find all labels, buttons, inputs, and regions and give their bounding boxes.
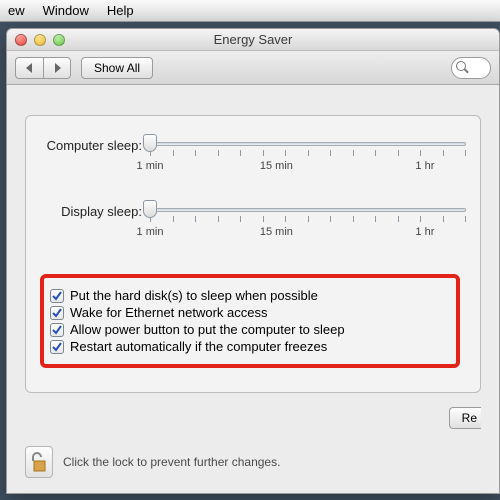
chk-label: Wake for Ethernet network access (70, 305, 268, 320)
titlebar: Energy Saver (7, 29, 499, 51)
search-icon (456, 61, 469, 74)
chk-restart-freeze[interactable]: Restart automatically if the computer fr… (50, 339, 446, 354)
computer-sleep-label: Computer sleep: (40, 138, 150, 153)
lock-text: Click the lock to prevent further change… (63, 455, 280, 469)
display-sleep-label: Display sleep: (40, 204, 150, 219)
tick-label-mid: 15 min (260, 160, 293, 172)
nav-buttons (15, 57, 71, 79)
checkbox-icon (50, 340, 64, 354)
display-sleep-slider[interactable]: 1 min 15 min 1 hr (150, 204, 466, 242)
menu-item-help[interactable]: Help (107, 3, 134, 18)
checkbox-icon (50, 306, 64, 320)
zoom-icon[interactable] (53, 34, 65, 46)
footer: Click the lock to prevent further change… (25, 439, 481, 485)
chk-power-button-sleep[interactable]: Allow power button to put the computer t… (50, 322, 446, 337)
content-area: Computer sleep: 1 min 15 min 1 hr Displa… (7, 85, 499, 485)
energy-panel: Computer sleep: 1 min 15 min 1 hr Displa… (25, 115, 481, 393)
computer-sleep-row: Computer sleep: 1 min 15 min 1 hr (40, 138, 466, 176)
menubar: ew Window Help (0, 0, 500, 22)
menu-item-ew[interactable]: ew (8, 3, 25, 18)
tick-label-min: 1 min (137, 226, 164, 238)
tick-label-max: 1 hr (415, 160, 434, 172)
highlighted-options: Put the hard disk(s) to sleep when possi… (40, 274, 460, 368)
search-input[interactable] (451, 57, 491, 79)
checkbox-icon (50, 323, 64, 337)
window-title: Energy Saver (7, 32, 499, 47)
computer-sleep-slider[interactable]: 1 min 15 min 1 hr (150, 138, 466, 176)
traffic-lights (7, 34, 65, 46)
show-all-button[interactable]: Show All (81, 57, 153, 79)
minimize-icon[interactable] (34, 34, 46, 46)
chk-wake-ethernet[interactable]: Wake for Ethernet network access (50, 305, 446, 320)
display-sleep-row: Display sleep: 1 min 15 min 1 hr (40, 204, 466, 242)
toolbar: Show All (7, 51, 499, 85)
menu-item-window[interactable]: Window (43, 3, 89, 18)
unlock-icon (30, 451, 48, 473)
back-button[interactable] (15, 57, 43, 79)
tick-label-max: 1 hr (415, 226, 434, 238)
chk-label: Allow power button to put the computer t… (70, 322, 345, 337)
checkbox-icon (50, 289, 64, 303)
forward-button[interactable] (43, 57, 71, 79)
tick-label-mid: 15 min (260, 226, 293, 238)
chk-label: Put the hard disk(s) to sleep when possi… (70, 288, 318, 303)
lock-button[interactable] (25, 446, 53, 478)
chk-hard-disk-sleep[interactable]: Put the hard disk(s) to sleep when possi… (50, 288, 446, 303)
close-icon[interactable] (15, 34, 27, 46)
preferences-window: Energy Saver Show All Computer sleep: (6, 28, 500, 494)
tick-label-min: 1 min (137, 160, 164, 172)
restore-defaults-button[interactable]: Re (449, 407, 481, 429)
chk-label: Restart automatically if the computer fr… (70, 339, 327, 354)
